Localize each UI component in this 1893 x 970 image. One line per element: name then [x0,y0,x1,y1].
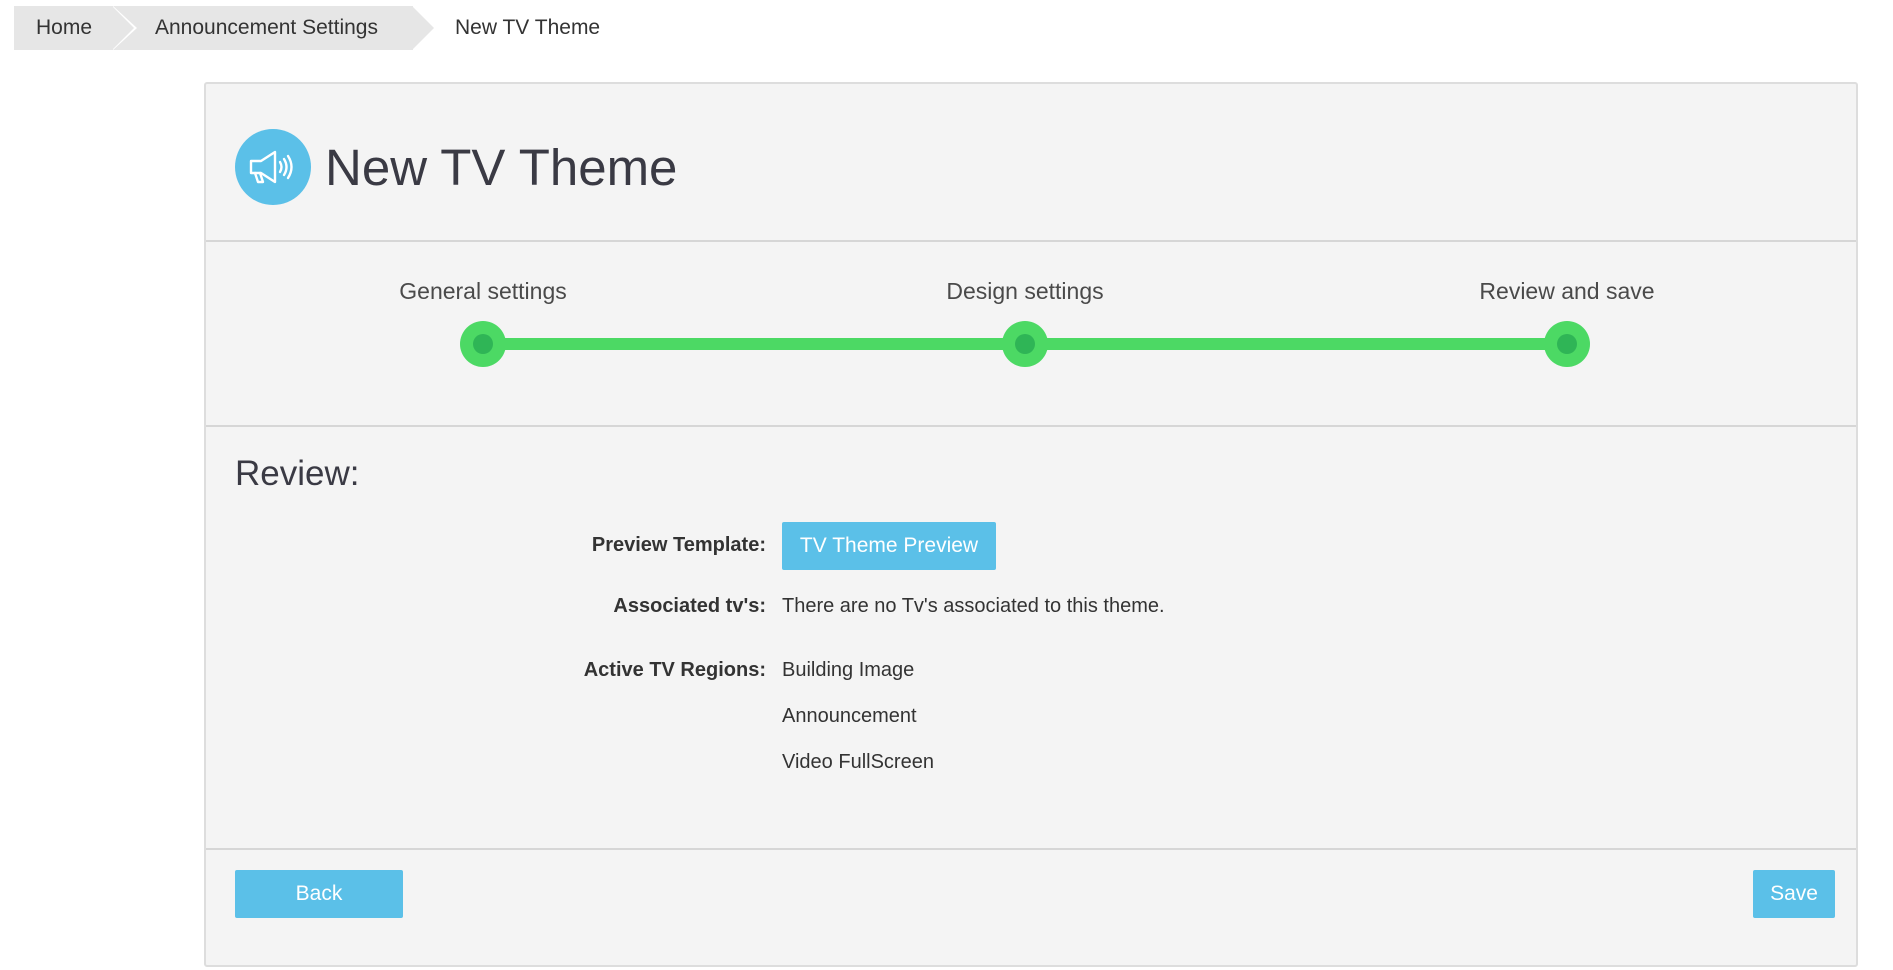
breadcrumb-announcement-settings-label: Announcement Settings [155,16,378,39]
active-region-item: Video FullScreen [782,751,934,773]
step-label-design-settings: Design settings [946,278,1104,304]
save-button[interactable]: Save [1753,870,1835,918]
step-label-general-settings: General settings [399,278,567,304]
associated-tvs-label: Associated tv's: [613,595,766,617]
review-heading: Review: [235,454,360,493]
tv-theme-preview-button[interactable]: TV Theme Preview [782,522,996,570]
breadcrumb: Home Announcement Settings New TV Theme [14,6,600,50]
step-label-review-and-save: Review and save [1479,278,1655,304]
active-region-item: Announcement [782,705,917,727]
megaphone-icon [235,129,311,205]
step-dot-design-settings[interactable] [1002,321,1048,367]
step-dot-general-settings[interactable] [460,321,506,367]
panel-header: New TV Theme [206,84,1856,242]
theme-wizard-panel: New TV Theme General settings Design set… [204,82,1858,967]
breadcrumb-home-link[interactable]: Home [14,6,137,50]
wizard-stepper: General settings Design settings Review … [206,242,1856,427]
step-dot-center [1557,334,1577,354]
breadcrumb-current: New TV Theme [455,16,601,39]
panel-footer-divider [206,848,1856,850]
step-dot-center [473,334,493,354]
active-tv-regions-label: Active TV Regions: [583,659,766,681]
preview-template-label: Preview Template: [591,534,766,556]
page-title: New TV Theme [325,139,678,196]
active-region-item: Building Image [782,659,915,681]
associated-tvs-value: There are no Tv's associated to this the… [782,595,1165,617]
breadcrumb-home-label: Home [36,16,93,39]
back-button[interactable]: Back [235,870,403,918]
step-dot-review-and-save[interactable] [1544,321,1590,367]
breadcrumb-arrow [112,6,134,50]
breadcrumb-announcement-settings-link[interactable]: Announcement Settings [113,6,437,50]
breadcrumb-arrow [412,6,434,50]
step-dot-center [1015,334,1035,354]
